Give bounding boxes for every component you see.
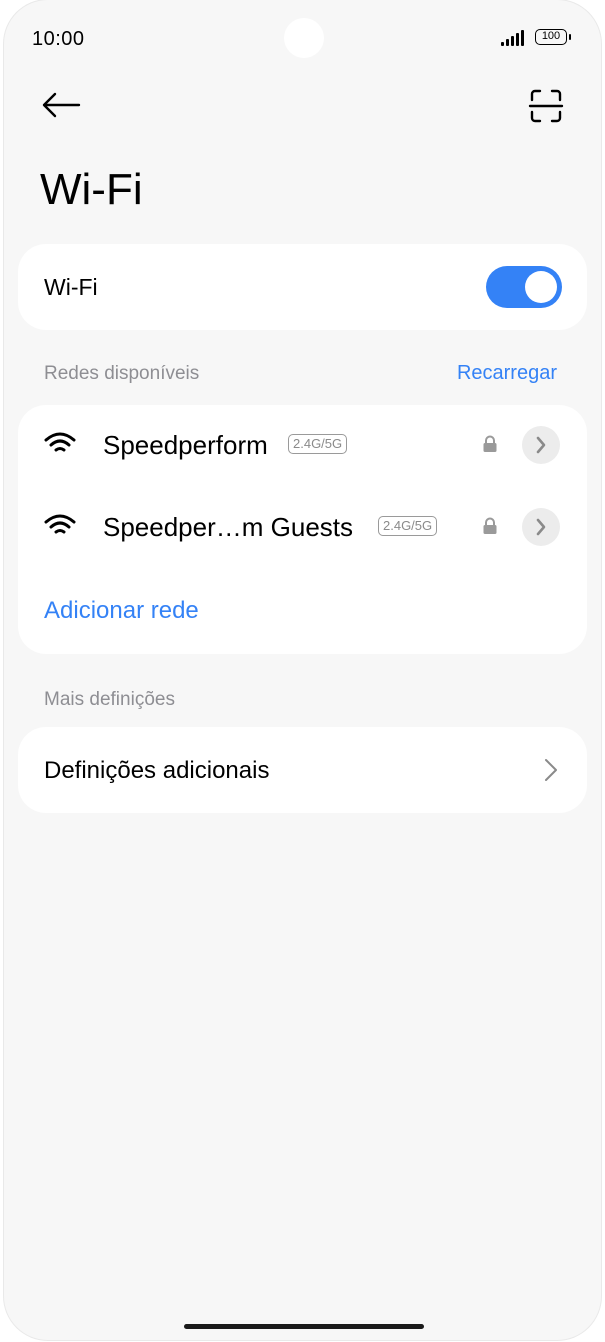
page-title: Wi-Fi xyxy=(40,165,143,214)
wifi-toggle-row: Wi-Fi xyxy=(18,244,587,330)
more-settings-header: Mais definições xyxy=(44,689,175,710)
status-time: 10:00 xyxy=(32,28,85,50)
home-indicator[interactable] xyxy=(184,1324,424,1329)
additional-settings-label: Definições adicionais xyxy=(44,757,270,784)
wifi-signal-icon xyxy=(44,514,76,534)
chevron-right-icon xyxy=(545,759,557,781)
scan-qr-button[interactable] xyxy=(526,88,570,124)
arrow-left-icon xyxy=(42,92,81,118)
camera-cutout xyxy=(284,18,324,58)
wifi-toggle-label: Wi-Fi xyxy=(44,274,98,300)
network-details-button[interactable] xyxy=(522,508,560,546)
wifi-toggle-switch[interactable] xyxy=(486,266,562,308)
lock-icon xyxy=(483,435,497,452)
signal-icon xyxy=(501,30,524,46)
lock-icon xyxy=(483,517,497,534)
networks-list: Speedperform 2.4G/5G Speedper…m Guests 2… xyxy=(18,405,587,654)
battery-icon: 100 xyxy=(535,29,571,45)
chevron-right-icon xyxy=(536,436,546,454)
add-network-button[interactable]: Adicionar rede xyxy=(44,597,199,625)
status-bar: 10:00 100 xyxy=(4,0,601,80)
network-row[interactable]: Speedperform 2.4G/5G xyxy=(18,405,587,485)
chevron-right-icon xyxy=(536,518,546,536)
available-networks-header: Redes disponíveis xyxy=(44,363,200,384)
battery-level: 100 xyxy=(541,30,561,42)
network-name: Speedperform xyxy=(103,430,268,460)
additional-settings-row[interactable]: Definições adicionais xyxy=(18,727,587,813)
network-row[interactable]: Speedper…m Guests 2.4G/5G xyxy=(18,487,587,567)
band-badge: 2.4G/5G xyxy=(378,516,438,536)
scan-icon xyxy=(528,89,564,123)
wifi-signal-icon xyxy=(44,432,76,452)
toggle-knob xyxy=(525,271,557,303)
network-name: Speedper…m Guests xyxy=(103,512,354,542)
phone-screen: 10:00 100 Wi-Fi Wi-Fi Redes disponíveis … xyxy=(4,0,601,1340)
refresh-button[interactable]: Recarregar xyxy=(457,362,557,385)
back-button[interactable] xyxy=(40,88,84,124)
band-badge: 2.4G/5G xyxy=(288,434,348,454)
network-details-button[interactable] xyxy=(522,426,560,464)
